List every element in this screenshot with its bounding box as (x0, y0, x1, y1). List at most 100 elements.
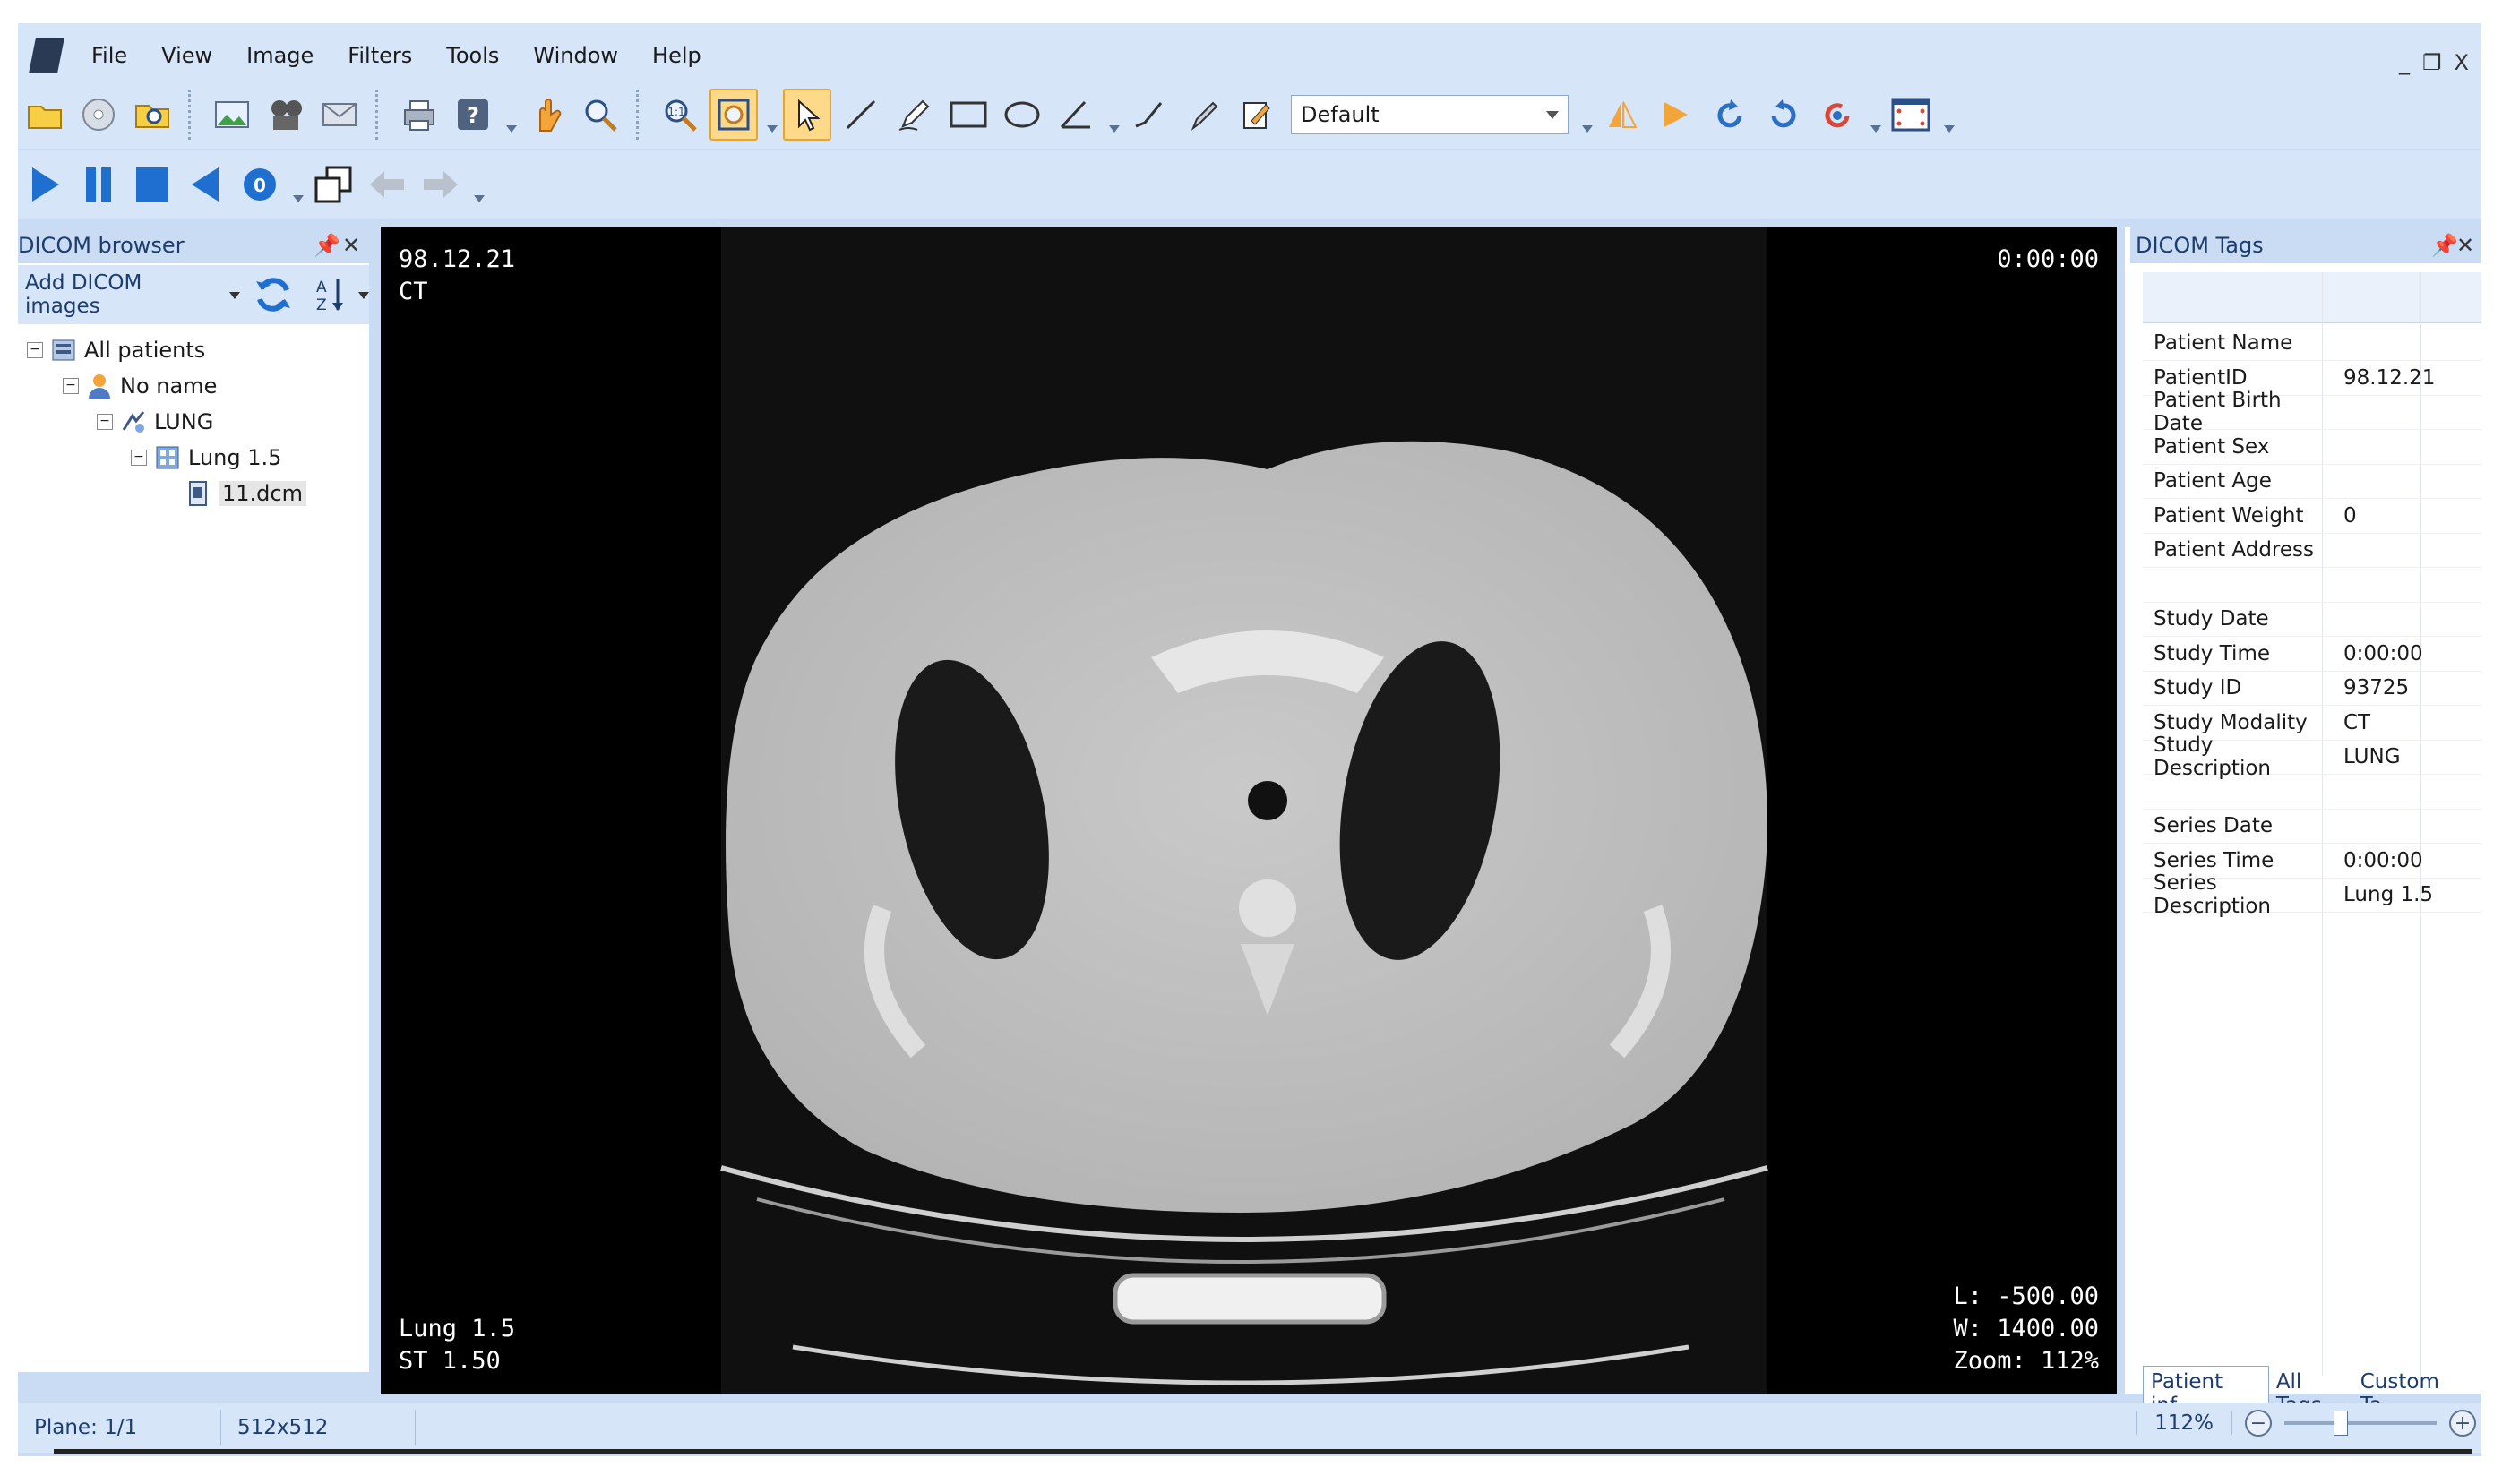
open-folder-button[interactable] (21, 89, 69, 141)
play-button[interactable] (21, 159, 69, 210)
pan-button[interactable] (522, 89, 571, 141)
zoom-actual-button[interactable]: 1:1 (656, 89, 704, 141)
angle-tool-button[interactable] (1052, 89, 1100, 141)
rotate-right-button[interactable] (1759, 89, 1808, 141)
tag-row[interactable]: Patient Address (2143, 533, 2481, 568)
toolbar-separator (188, 90, 196, 140)
tree-node-patient[interactable]: − No name (63, 369, 217, 403)
pause-button[interactable] (74, 159, 123, 210)
preset-dropdown[interactable]: Default (1291, 95, 1569, 134)
rotate-left-button[interactable] (1706, 89, 1754, 141)
add-dicom-images-button[interactable]: Add DICOM images (25, 271, 219, 318)
menu-tools[interactable]: Tools (443, 39, 503, 72)
chevron-down-icon[interactable] (228, 292, 240, 305)
menu-view[interactable]: View (158, 39, 216, 72)
overlay-modality: CT (399, 278, 428, 305)
pin-icon[interactable]: 📌 (314, 233, 340, 258)
back-button[interactable] (363, 159, 411, 210)
tree-node-label: 11.dcm (219, 481, 306, 506)
toolbar-grip[interactable] (1108, 88, 1120, 142)
close-window-button[interactable]: X (2455, 50, 2469, 75)
menu-filters[interactable]: Filters (344, 39, 416, 72)
toolbar-grip[interactable] (1943, 88, 1955, 142)
tag-row[interactable]: Patient Name (2143, 326, 2481, 361)
forward-button[interactable] (417, 159, 465, 210)
tag-row[interactable]: Study Date (2143, 602, 2481, 637)
zoom-slider-thumb[interactable] (2333, 1411, 2348, 1436)
minimize-button[interactable]: _ (2399, 50, 2410, 75)
select-tool-button[interactable] (783, 89, 831, 141)
stop-button[interactable] (128, 159, 176, 210)
collapse-icon[interactable]: − (63, 378, 79, 394)
polyline-tool-button[interactable] (1125, 89, 1174, 141)
toolbar-grip[interactable] (1581, 88, 1593, 142)
dicom-file-icon (189, 481, 207, 506)
tag-row[interactable] (2143, 775, 2481, 810)
flip-vertical-button[interactable] (1652, 89, 1700, 141)
cine-toolbar: 0 (18, 150, 2481, 219)
image-button[interactable] (208, 89, 256, 141)
refresh-icon[interactable] (253, 274, 293, 315)
line-tool-button[interactable] (837, 89, 885, 141)
zoom-out-icon[interactable]: − (2245, 1410, 2272, 1437)
tag-row[interactable]: Study Description LUNG (2143, 733, 2481, 780)
first-frame-button[interactable]: 0 (236, 159, 284, 210)
fit-to-window-button[interactable] (709, 89, 758, 141)
zoom-slider[interactable] (2284, 1411, 2437, 1436)
menu-image[interactable]: Image (243, 39, 317, 72)
menu-window[interactable]: Window (529, 39, 622, 72)
tag-row[interactable]: Study ID 93725 (2143, 671, 2481, 706)
image-viewport[interactable]: 98.12.21 CT 0:00:00 Lung 1.5 ST 1.50 L: -5… (381, 227, 2117, 1394)
close-panel-icon[interactable]: ✕ (342, 233, 360, 258)
cascade-windows-button[interactable] (309, 159, 357, 210)
zoom-in-icon[interactable]: + (2449, 1410, 2476, 1437)
menu-help[interactable]: Help (649, 39, 705, 72)
help-button[interactable]: ? (449, 89, 497, 141)
print-button[interactable] (395, 89, 443, 141)
layout-button[interactable] (1887, 89, 1935, 141)
previous-frame-button[interactable] (182, 159, 230, 210)
chevron-down-icon[interactable] (358, 292, 369, 305)
tag-row[interactable]: Series Date (2143, 809, 2481, 844)
tree-node-file[interactable]: 11.dcm (185, 476, 306, 510)
freehand-tool-button[interactable] (890, 89, 939, 141)
tree-node-study[interactable]: − LUNG (97, 405, 213, 439)
tag-row[interactable]: Study Time 0:00:00 (2143, 637, 2481, 672)
pen-tool-button[interactable] (1179, 89, 1227, 141)
tag-row[interactable] (2143, 568, 2481, 603)
tree-node-all-patients[interactable]: − All patients (27, 333, 205, 367)
toolbar-grip[interactable] (292, 158, 304, 211)
collapse-icon[interactable]: − (97, 414, 113, 430)
tag-row[interactable]: Patient Birth Date (2143, 389, 2481, 435)
tag-row[interactable]: Series Description Lung 1.5 (2143, 871, 2481, 918)
annotation-tool-button[interactable] (1233, 89, 1281, 141)
rotate-left-icon (1717, 99, 1742, 128)
frame-zero-icon: 0 (244, 168, 276, 201)
pin-icon[interactable]: 📌 (2431, 233, 2458, 258)
toolbar-grip[interactable] (1870, 88, 1881, 142)
collapse-icon[interactable]: − (27, 342, 43, 358)
open-cd-button[interactable] (74, 89, 123, 141)
movie-button[interactable] (262, 89, 310, 141)
menu-file[interactable]: File (88, 39, 131, 72)
collapse-icon[interactable]: − (131, 450, 147, 466)
menu-bar: File View Image Filters Tools Window Hel… (18, 23, 2481, 88)
zoom-button[interactable] (576, 89, 624, 141)
search-files-button[interactable] (128, 89, 176, 141)
toolbar-grip[interactable] (473, 158, 485, 211)
ellipse-tool-button[interactable] (998, 89, 1046, 141)
tag-row[interactable]: Patient Sex (2143, 430, 2481, 465)
flip-horizontal-button[interactable] (1598, 89, 1647, 141)
rectangle-tool-button[interactable] (944, 89, 993, 141)
reset-button[interactable] (1813, 89, 1861, 141)
tag-row[interactable]: Patient Age (2143, 464, 2481, 499)
sort-az-icon[interactable]: AZ (314, 276, 346, 313)
close-panel-icon[interactable]: ✕ (2456, 233, 2474, 258)
tree-node-series[interactable]: − Lung 1.5 (131, 441, 281, 475)
tag-row[interactable]: Patient Weight 0 (2143, 499, 2481, 534)
send-button[interactable] (315, 89, 364, 141)
restore-button[interactable]: ❐ (2422, 50, 2442, 75)
tag-key: Patient Weight (2154, 503, 2304, 528)
toolbar-grip[interactable] (505, 88, 517, 142)
toolbar-grip[interactable] (766, 88, 778, 142)
